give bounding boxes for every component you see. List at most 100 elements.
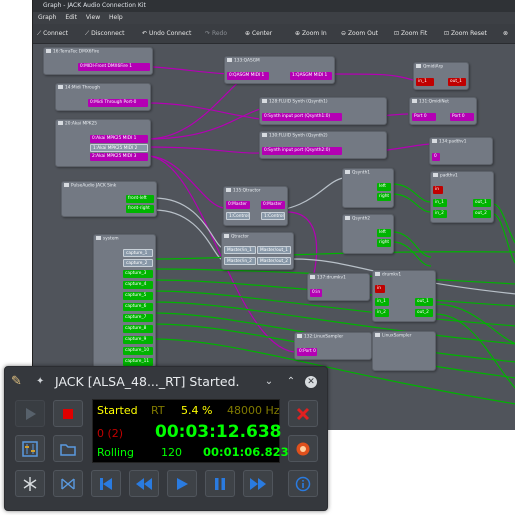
stop-button[interactable] [53,400,83,427]
rewind-button[interactable] [91,470,121,497]
undo-button[interactable]: ↶ Undo Connect [142,24,191,44]
node-linuxsampler-audio[interactable]: LinuxSampler [372,331,436,371]
node-fluid-synth-2[interactable]: 130:FLUID Synth (Qsynth2) 0:Synth input … [259,131,387,159]
port-in[interactable]: 0:QASGM MIDI 1 [227,72,269,80]
port-out[interactable]: right [377,239,391,247]
backward-button[interactable] [129,470,159,497]
node-drumkv1-audio[interactable]: drumkv1 in in_1 out_1 in_2 out_2 [372,270,436,322]
port-out[interactable]: front-left [126,195,154,203]
port-out[interactable]: capture_11 [123,358,153,366]
node-qtractor-audio[interactable]: Qtractor Master/in_1 Master/out_1 Master… [221,232,294,270]
port-out[interactable]: out_1 [473,199,491,207]
node-qmidinet[interactable]: 131:QmidiNet Port 0 Port 0 [409,97,477,125]
port-out[interactable]: capture_2 [123,259,153,267]
graph-tool-button[interactable] [53,470,83,497]
menu-graph[interactable]: Graph [38,14,56,21]
port-in[interactable]: 0:Synth input port (Qsynth1:0) [262,113,342,121]
port-out[interactable]: left [377,229,391,237]
port-out[interactable]: capture_8 [123,325,153,333]
port-out[interactable]: capture_4 [123,281,153,289]
port-out[interactable]: right [377,193,391,201]
node-qtractor-midi[interactable]: 135:Qtractor 0:Master 0:Master 1:Control… [223,186,288,226]
zoom-in-button[interactable]: ⊕ Zoom In [295,24,327,44]
port-in[interactable]: in_2 [375,309,389,317]
port-in[interactable]: 1:Control [226,212,250,220]
port-out[interactable]: capture_3 [123,270,153,278]
port-out[interactable]: out_2 [415,309,433,317]
chevron-up-icon[interactable]: ⌃ [285,376,297,388]
port-in[interactable]: in [433,186,443,194]
port-out[interactable]: 0:Midi Through Port-0 [88,99,148,107]
port-out[interactable]: Master/out_2 [257,257,291,265]
node-drumkv1-midi[interactable]: 137:drumkv1 0:in [307,273,370,301]
port-out-selected[interactable]: 1:Akai MPK25 MIDI 2 [90,144,148,152]
redo-button[interactable]: ↷ Redo [205,24,227,44]
disconnect-button[interactable]: ⟋ Disconnect [85,24,124,44]
node-qasgm[interactable]: 133:QASGM 0:QASGM MIDI 1 1:QASGM MIDI 1 [224,56,335,84]
menu-edit[interactable]: Edit [65,14,77,21]
node-linuxsampler-midi[interactable]: 132:LinuxSampler 0:Port 0 [294,332,372,360]
chevron-down-icon[interactable]: ⌄ [263,376,275,388]
port-in[interactable]: in_1 [375,298,389,306]
menu-view[interactable]: View [86,14,100,21]
port-in[interactable]: 0:in [310,289,322,297]
center-button[interactable]: ⊕ Center [245,24,272,44]
port-out[interactable]: out_1 [415,298,433,306]
node-padthv1-audio[interactable]: padthv1 in out_1 in_1 out_2 in_2 [430,171,494,223]
start-button[interactable] [15,400,45,427]
port-out[interactable]: Master/out_1 [257,246,291,254]
port-out[interactable]: out_2 [473,210,491,218]
port-in[interactable]: in_1 [416,78,434,86]
node-qsynth2-audio[interactable]: Qsynth2 left right [342,214,394,254]
port-out[interactable]: front-right [126,205,154,213]
port-in[interactable]: 0:Synth input port (Qsynth2:0) [262,147,342,155]
mixer-button[interactable] [15,435,45,462]
pause-button[interactable] [205,470,235,497]
about-button[interactable] [288,470,318,497]
port-out[interactable]: capture_1 [123,249,153,257]
port-out[interactable]: 1:Control [261,212,285,220]
patchbay-button[interactable] [53,435,83,462]
pin-icon[interactable]: ✦ [36,367,44,397]
port-out[interactable]: 0:Master [261,201,285,209]
connect-tool-button[interactable] [15,470,45,497]
node-padthv1-midi[interactable]: 134:padthv1 0 [429,137,493,165]
port-out[interactable]: out_1 [448,78,466,86]
port-out[interactable]: capture_5 [123,292,153,300]
port-in[interactable]: 0 [432,153,440,161]
forward-button[interactable] [243,470,273,497]
node-pulseaudio[interactable]: PulseAudio JACK Sink front-left front-ri… [61,181,157,217]
connect-button[interactable]: ⟋ Connect [37,24,68,44]
close-graph-icon[interactable]: ⊗ [503,24,508,44]
node-system[interactable]: system capture_1 capture_2 capture_3 cap… [93,234,156,368]
node-fluid-synth-1[interactable]: 128:FLUID Synth (Qsynth1) 0:Synth input … [259,97,387,125]
port-out[interactable]: Port 0 [450,113,474,121]
node-qmidiarp[interactable]: QmidiArp in_1 out_1 [413,62,469,90]
port-out[interactable]: 1:QASGM MIDI 1 [290,72,332,80]
port-out[interactable]: 0:MIDI-Front DMX6Fire 1 [78,63,150,71]
port-out[interactable]: 0:Akai MPK25 MIDI 1 [90,135,148,143]
node-midi-through[interactable]: 14:Midi Through 0:Midi Through Port-0 [55,83,151,111]
port-in[interactable]: Master/in_1 [224,246,256,254]
port-in[interactable]: in [375,285,385,293]
port-in[interactable]: 0:Master [226,201,250,209]
port-out[interactable]: capture_9 [123,336,153,344]
port-in[interactable]: in_1 [433,199,447,207]
close-icon[interactable]: ✕ [305,376,317,388]
zoom-reset-button[interactable]: ⊡ Zoom Reset [444,24,487,44]
zoom-out-button[interactable]: ⊖ Zoom Out [341,24,378,44]
node-terratec[interactable]: 16:TerraTec DMX6Fire 0:MIDI-Front DMX6Fi… [43,47,153,75]
setup-button[interactable] [288,435,318,462]
play-button[interactable] [167,470,197,497]
menu-help[interactable]: Help [109,14,123,21]
port-in[interactable]: in_2 [433,210,447,218]
port-in[interactable]: Master/in_2 [224,257,256,265]
port-in[interactable]: Port 0 [412,113,436,121]
port-out[interactable]: capture_6 [123,303,153,311]
quit-button[interactable] [288,400,318,427]
node-akai-mpk25[interactable]: 20:Akai MPK25 0:Akai MPK25 MIDI 1 1:Akai… [55,119,151,167]
port-in[interactable]: 0:Port 0 [297,348,317,356]
node-qsynth1-audio[interactable]: Qsynth1 left right [342,168,394,208]
port-out[interactable]: capture_7 [123,314,153,322]
port-out[interactable]: left [377,183,391,191]
